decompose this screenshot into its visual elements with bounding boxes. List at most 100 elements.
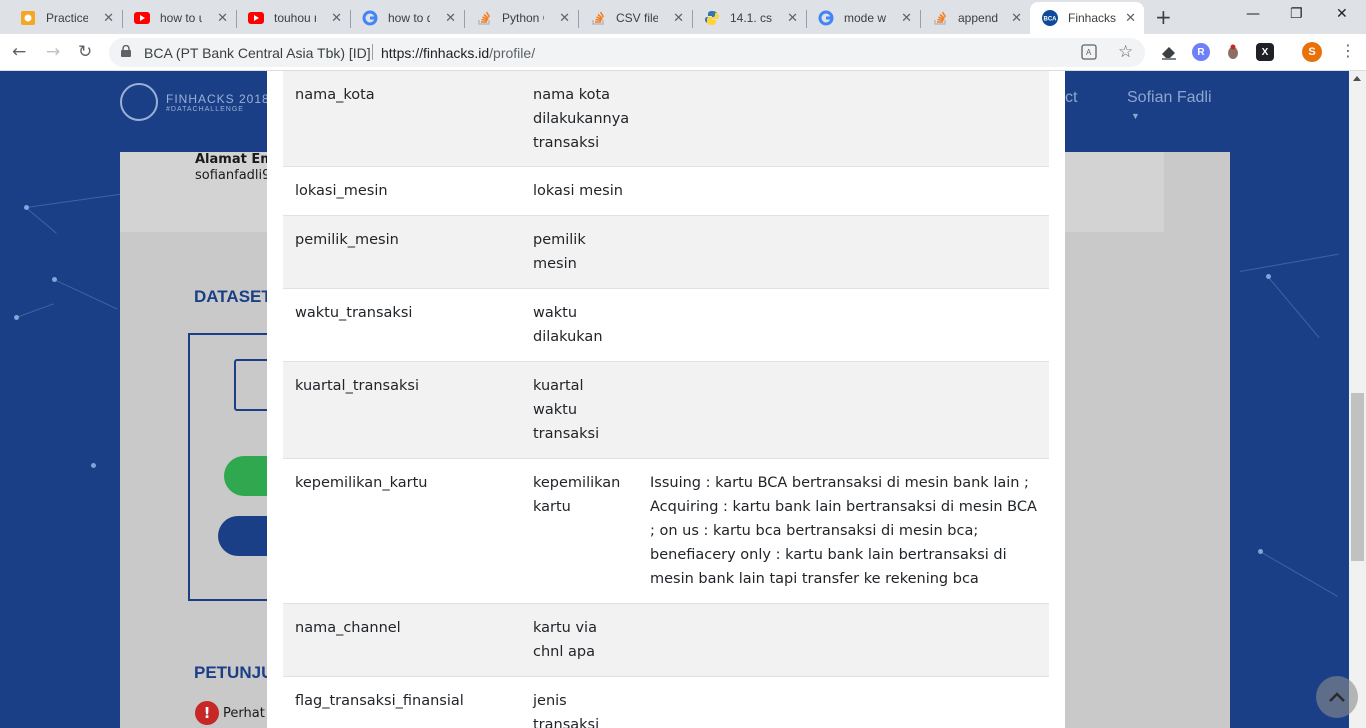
column-desc: waktu dilakukan [533, 305, 603, 345]
finhacks-logo[interactable]: FINHACKS 2018 #DATACHALLENGE [120, 83, 270, 121]
column-name: kuartal_transaksi [295, 378, 419, 394]
browser-toolbar: ← → ↻ BCA (PT Bank Central Asia Tbk) [ID… [0, 34, 1366, 71]
tab-title: how to u [160, 11, 202, 25]
column-desc: pemilik mesin [533, 232, 586, 272]
stackoverflow-icon [476, 10, 492, 26]
column-desc: kepemilikan kartu [533, 475, 621, 515]
column-name: nama_kota [295, 87, 375, 103]
youtube-icon [134, 10, 150, 26]
warning-note: ! Perhat [195, 701, 265, 725]
column-desc: kartu via chnl apa [533, 620, 597, 660]
stackoverflow-icon [590, 10, 606, 26]
address-bar[interactable]: BCA (PT Bank Central Asia Tbk) [ID] http… [109, 38, 1145, 67]
translate-icon[interactable]: A [1081, 44, 1097, 60]
dataset-heading: DATASET [194, 287, 272, 306]
close-tab-icon[interactable]: ✕ [1011, 11, 1022, 25]
back-icon[interactable]: ← [12, 42, 26, 62]
tab-title: how to d [388, 11, 430, 25]
petunjuk-heading: PETUNJU [194, 663, 274, 682]
logo-mark [120, 83, 158, 121]
new-tab-button[interactable]: + [1155, 6, 1172, 28]
bookmark-star-icon[interactable]: ☆ [1118, 42, 1133, 62]
tab-title: 14.1. csv [730, 11, 772, 25]
scrollbar-thumb[interactable] [1351, 393, 1364, 561]
table-row: pemilik_mesin pemilik mesin [283, 216, 1049, 289]
close-tab-icon[interactable]: ✕ [559, 11, 570, 25]
table-row: kuartal_transaksi kuartal waktu transaks… [283, 362, 1049, 459]
tab-python-docs[interactable]: 14.1. csv ✕ [692, 2, 806, 34]
tab-title: mode wr [844, 11, 886, 25]
close-tab-icon[interactable]: ✕ [445, 11, 456, 25]
tab-title: append r [958, 11, 1000, 25]
back-to-top-button[interactable] [1316, 676, 1358, 718]
tab-google-2[interactable]: mode wr ✕ [806, 2, 920, 34]
email-value: sofianfadli9 [195, 168, 271, 183]
close-tab-icon[interactable]: ✕ [217, 11, 228, 25]
tab-title: CSV file v [616, 11, 658, 25]
column-desc: nama kota dilakukannya transaksi [533, 87, 630, 151]
column-name: waktu_transaksi [295, 305, 413, 321]
column-name: nama_channel [295, 620, 401, 636]
restore-button[interactable]: ❐ [1290, 6, 1303, 22]
bca-icon: BCA [1042, 10, 1058, 26]
minimize-button[interactable]: — [1246, 6, 1260, 22]
tab-title: Python C [502, 11, 544, 25]
close-window-button[interactable]: ✕ [1336, 6, 1348, 22]
column-name: pemilik_mesin [295, 232, 399, 248]
extension-r-icon[interactable]: R [1192, 43, 1210, 61]
extension-x-icon[interactable]: X [1256, 43, 1274, 61]
menu-icon[interactable]: ⋮ [1340, 41, 1356, 60]
tab-title: Practice | [46, 11, 88, 25]
site-identity: BCA (PT Bank Central Asia Tbk) [ID] [144, 45, 371, 61]
document-icon [234, 359, 270, 411]
nav-link-contact[interactable]: ct [1065, 89, 1077, 107]
close-tab-icon[interactable]: ✕ [103, 11, 114, 25]
column-note: Issuing : kartu BCA bertransaksi di mesi… [650, 475, 1037, 587]
column-name: kepemilikan_kartu [295, 475, 428, 491]
dataset-box [188, 333, 284, 601]
table-row: nama_channel kartu via chnl apa [283, 604, 1049, 677]
tab-google-1[interactable]: how to d ✕ [350, 2, 464, 34]
scroll-up-arrow-icon[interactable] [1353, 76, 1361, 81]
forward-icon[interactable]: → [46, 42, 60, 62]
user-menu[interactable]: Sofian Fadli [1127, 89, 1212, 107]
chevron-down-icon[interactable]: ▼ [1131, 111, 1140, 121]
close-tab-icon[interactable]: ✕ [1125, 11, 1136, 25]
tab-stackoverflow-2[interactable]: CSV file v ✕ [578, 2, 692, 34]
column-name: flag_transaksi_finansial [295, 693, 464, 709]
tab-youtube-2[interactable]: touhou n ✕ [236, 2, 350, 34]
tab-finhacks[interactable]: BCA Finhacks ✕ [1030, 2, 1144, 34]
close-tab-icon[interactable]: ✕ [673, 11, 684, 25]
tab-practice[interactable]: Practice | ✕ [8, 2, 122, 34]
email-label: Alamat Em [195, 152, 274, 167]
table-row: kepemilikan_kartu kepemilikan kartu Issu… [283, 459, 1049, 604]
google-icon [818, 10, 834, 26]
tab-title: Finhacks [1068, 11, 1117, 25]
practice-icon [20, 10, 36, 26]
warning-icon: ! [195, 701, 219, 725]
column-desc: jenis transaksi [533, 693, 600, 728]
eraser-icon[interactable] [1160, 44, 1178, 60]
close-tab-icon[interactable]: ✕ [901, 11, 912, 25]
column-desc: kuartal waktu transaksi [533, 378, 600, 442]
close-tab-icon[interactable]: ✕ [331, 11, 342, 25]
close-tab-icon[interactable]: ✕ [787, 11, 798, 25]
dataset-description-modal: nama_kota nama kota dilakukannya transak… [267, 71, 1065, 728]
tab-title: touhou n [274, 11, 316, 25]
python-icon [704, 10, 720, 26]
lock-icon [121, 45, 131, 57]
tab-stackoverflow-3[interactable]: append r ✕ [920, 2, 1030, 34]
chevron-up-icon [1329, 692, 1345, 702]
column-description-table: nama_kota nama kota dilakukannya transak… [283, 71, 1049, 728]
tab-stackoverflow-1[interactable]: Python C ✕ [464, 2, 578, 34]
svg-text:BCA: BCA [1044, 17, 1058, 23]
reload-icon[interactable]: ↻ [78, 42, 92, 62]
bug-extension-icon[interactable] [1224, 43, 1242, 61]
column-desc: lokasi mesin [533, 183, 623, 199]
page-scrollbar[interactable] [1349, 71, 1366, 728]
profile-avatar[interactable]: S [1302, 42, 1322, 62]
google-icon [362, 10, 378, 26]
url-text[interactable]: https://finhacks.id/profile/ [381, 45, 535, 61]
tab-youtube-1[interactable]: how to u ✕ [122, 2, 236, 34]
stackoverflow-icon [932, 10, 948, 26]
